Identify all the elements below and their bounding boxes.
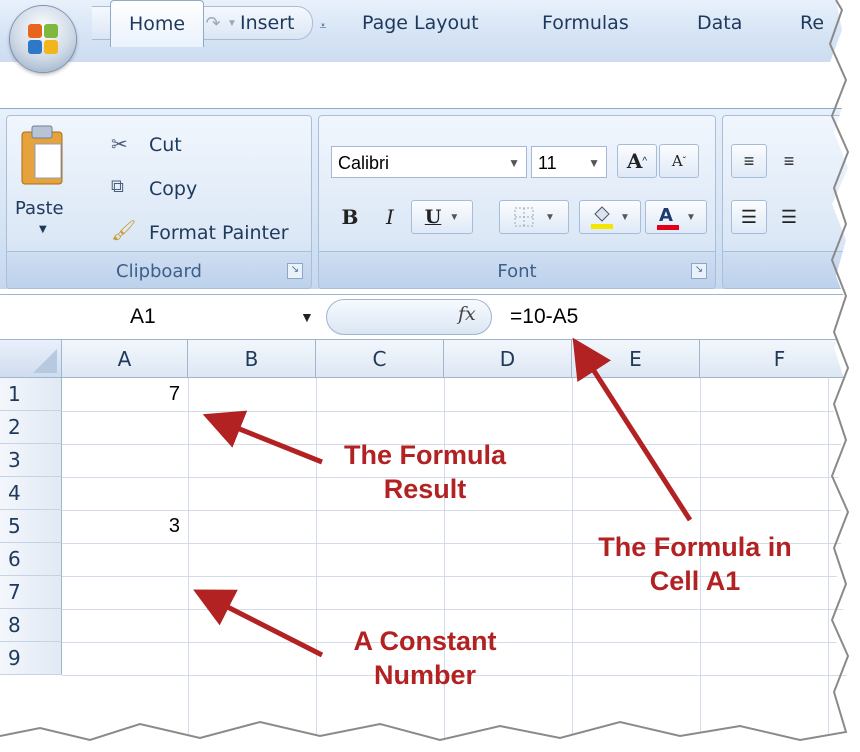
- arrow-to-result-icon: [202, 410, 323, 465]
- office-logo-icon: [28, 24, 58, 54]
- annotation-constant-line1: A Constant: [353, 626, 497, 656]
- annotation-formula-line1: The Formula in: [598, 532, 792, 562]
- annotation-result: The Formula Result: [312, 438, 538, 506]
- annotation-constant: A Constant Number: [312, 624, 538, 692]
- arrow-to-formula-icon: [572, 337, 693, 522]
- office-button[interactable]: [10, 6, 76, 72]
- annotation-result-line2: Result: [383, 474, 467, 504]
- annotation-result-line1: The Formula: [343, 440, 506, 470]
- excel-window: ↶ ▼ ↷ ▼ ⩡ Home Insert Page Layout Formul…: [0, 0, 860, 752]
- annotation-formula-line2: Cell A1: [649, 566, 741, 596]
- annotation-formula: The Formula in Cell A1: [570, 530, 820, 598]
- annotation-constant-line2: Number: [373, 660, 476, 690]
- arrow-to-constant-icon: [193, 589, 324, 658]
